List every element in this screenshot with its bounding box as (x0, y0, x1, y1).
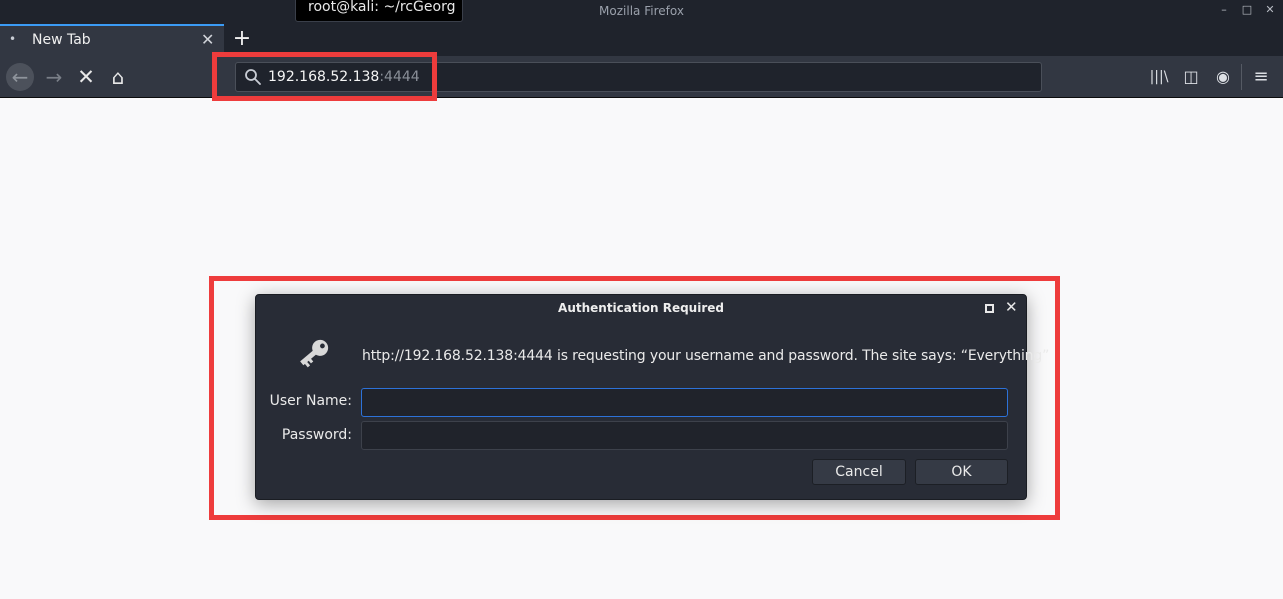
terminal-tooltip: root@kali: ~/rcGeorg (295, 0, 463, 22)
dialog-close-button[interactable]: ✕ (1005, 298, 1018, 316)
tab-loading-icon: • (9, 32, 17, 46)
auth-message: http://192.168.52.138:4444 is requesting… (362, 348, 1050, 364)
key-icon (300, 339, 329, 368)
stop-button[interactable]: ✕ (72, 63, 100, 91)
password-input[interactable] (361, 421, 1008, 450)
password-label: Password: (281, 427, 352, 443)
new-tab-button[interactable]: + (232, 26, 252, 52)
maximize-button[interactable]: □ (1236, 0, 1258, 24)
auth-dialog: Authentication Required ✕ http://192.168… (255, 294, 1049, 500)
nav-toolbar: ← → ✕ ⌂ 192.168.52.138:4444 |||\ ◫ ◉ ≡ (0, 56, 1283, 98)
tab-close-icon[interactable]: ✕ (201, 30, 214, 49)
tab-label: New Tab (32, 32, 91, 48)
username-label: User Name: (269, 393, 352, 409)
url-highlight-box (212, 52, 437, 101)
menu-icon[interactable]: ≡ (1250, 66, 1272, 88)
sidebar-icon[interactable]: ◫ (1180, 66, 1202, 88)
back-button[interactable]: ← (6, 63, 34, 91)
minimize-button[interactable]: – (1213, 0, 1235, 24)
library-icon[interactable]: |||\ (1148, 66, 1170, 88)
tab-strip: • New Tab ✕ + (0, 24, 1283, 56)
window-titlebar: Mozilla Firefox root@kali: ~/rcGeorg – □… (0, 0, 1283, 24)
window-close-button[interactable]: ✕ (1259, 0, 1281, 24)
account-icon[interactable]: ◉ (1212, 66, 1234, 88)
toolbar-divider (1241, 64, 1242, 90)
forward-button[interactable]: → (40, 63, 68, 91)
username-input[interactable] (361, 388, 1008, 417)
home-button[interactable]: ⌂ (104, 63, 132, 91)
dialog-maximize-button[interactable] (985, 304, 994, 313)
cancel-button[interactable]: Cancel (812, 459, 906, 485)
window-title: Mozilla Firefox (599, 4, 684, 18)
dialog-title: Authentication Required (558, 301, 724, 315)
ok-button[interactable]: OK (915, 459, 1008, 485)
tab-new-tab[interactable]: • New Tab ✕ (0, 24, 224, 56)
